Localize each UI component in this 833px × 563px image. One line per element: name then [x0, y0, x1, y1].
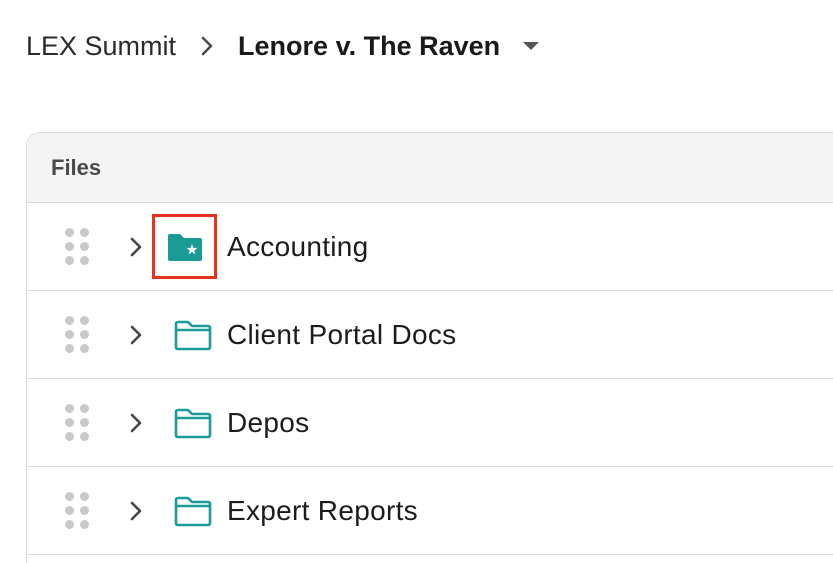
- folder-outline-icon[interactable]: [173, 495, 213, 527]
- files-panel-header: Files: [27, 133, 833, 203]
- file-row-expert-reports[interactable]: Expert Reports: [27, 467, 833, 555]
- chevron-right-icon: [198, 35, 216, 57]
- files-panel: Files Accounting Client Portal Docs Depo…: [26, 132, 833, 563]
- chevron-right-icon[interactable]: [127, 412, 145, 434]
- file-row-depos[interactable]: Depos: [27, 379, 833, 467]
- drag-handle-icon[interactable]: [65, 315, 89, 354]
- folder-outline-icon[interactable]: [173, 319, 213, 351]
- file-row-client-portal-docs[interactable]: Client Portal Docs: [27, 291, 833, 379]
- folder-star-icon[interactable]: [152, 214, 217, 279]
- files-panel-title: Files: [51, 154, 102, 180]
- file-row-label: Expert Reports: [227, 494, 418, 526]
- file-row-label: Client Portal Docs: [227, 318, 457, 350]
- chevron-right-icon[interactable]: [127, 500, 145, 522]
- breadcrumb: LEX Summit Lenore v. The Raven: [26, 24, 540, 68]
- folder-outline-icon[interactable]: [173, 407, 213, 439]
- caret-down-icon[interactable]: [522, 40, 540, 52]
- file-row-accounting[interactable]: Accounting: [27, 203, 833, 291]
- drag-handle-icon[interactable]: [65, 403, 89, 442]
- chevron-right-icon[interactable]: [127, 324, 145, 346]
- drag-handle-icon[interactable]: [65, 227, 89, 266]
- breadcrumb-current-matter[interactable]: Lenore v. The Raven: [238, 31, 500, 62]
- file-row-label: Accounting: [227, 230, 369, 262]
- chevron-right-icon[interactable]: [127, 236, 145, 258]
- file-row-label: Depos: [227, 406, 310, 438]
- breadcrumb-root-link[interactable]: LEX Summit: [26, 31, 176, 62]
- drag-handle-icon[interactable]: [65, 491, 89, 530]
